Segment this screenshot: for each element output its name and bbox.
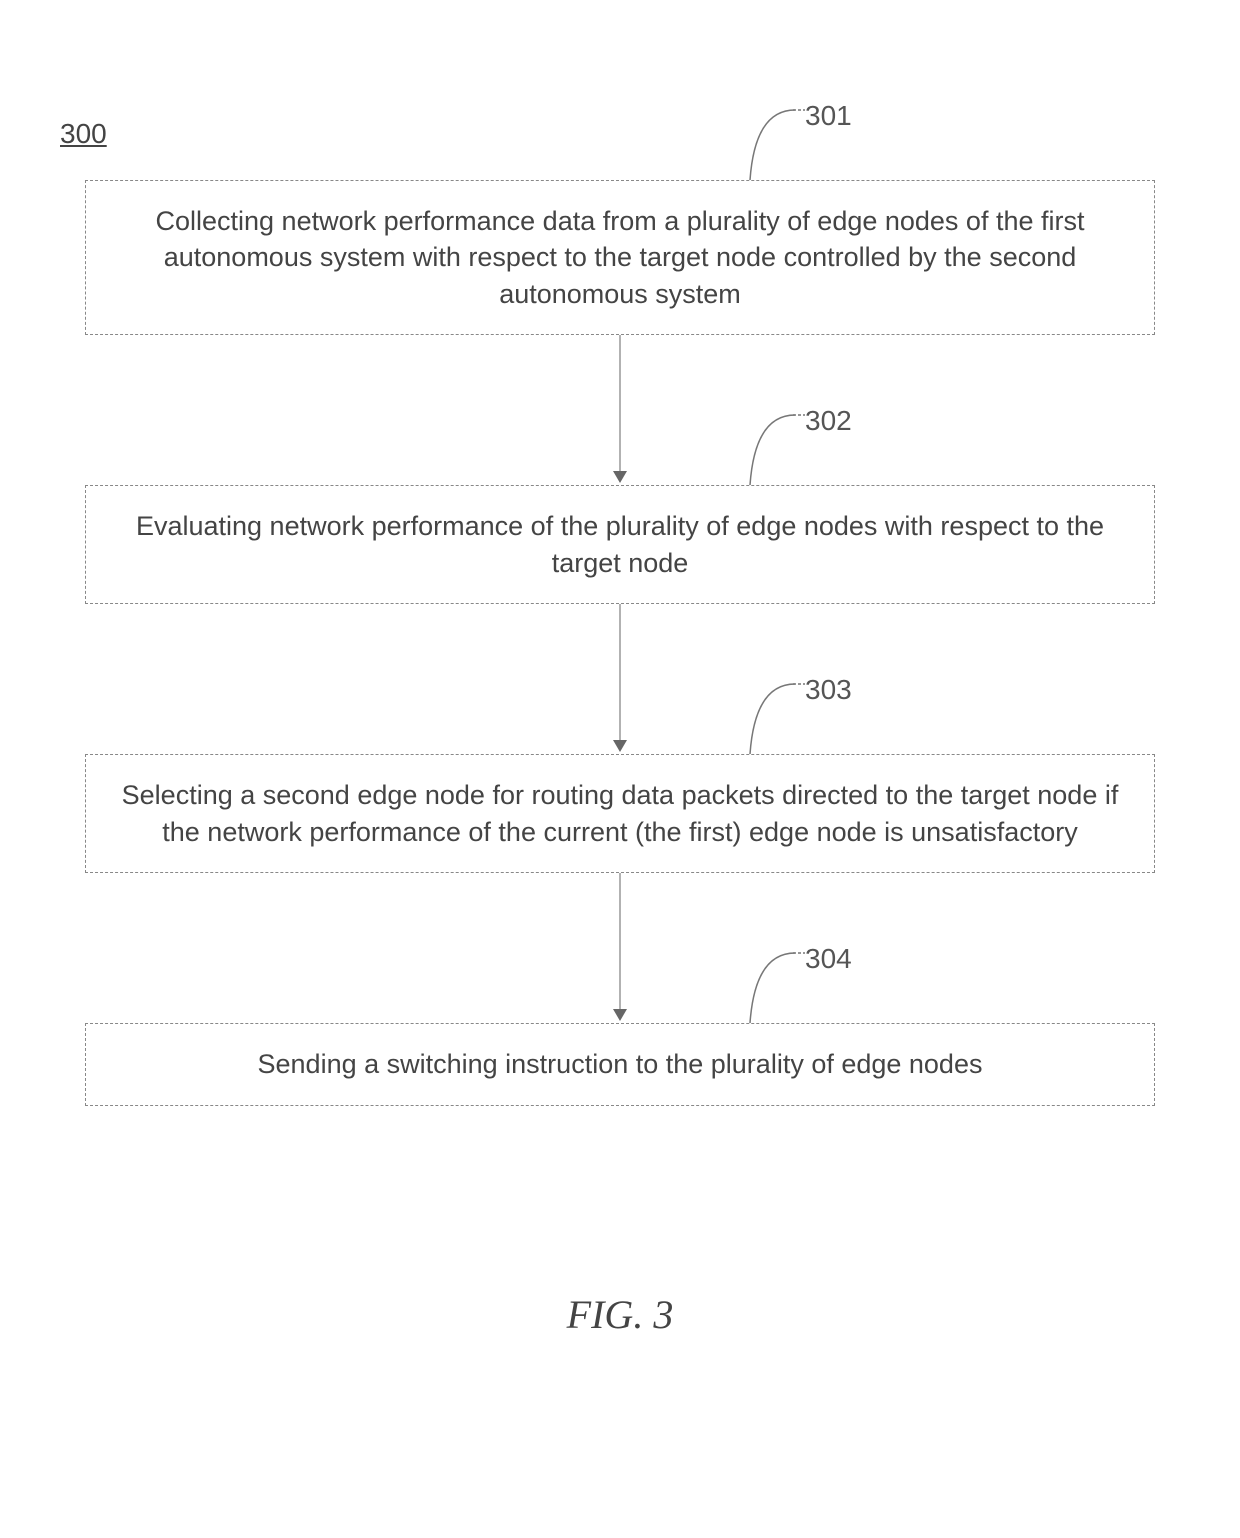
flow-box: Sending a switching instruction to the p… (85, 1023, 1155, 1105)
arrow-head-icon (613, 1009, 627, 1021)
flow-step: 303 Selecting a second edge node for rou… (85, 754, 1155, 873)
callout-304: 304 (685, 945, 885, 1023)
arrow-line (620, 873, 621, 1011)
flow-step: 302 Evaluating network performance of th… (85, 485, 1155, 604)
callout-leader-line (725, 945, 805, 1023)
figure-caption: FIG. 3 (567, 1291, 674, 1338)
flow-arrow (85, 335, 1155, 485)
arrow-head-icon (613, 471, 627, 483)
arrow-line (620, 604, 621, 742)
diagram-number-label: 300 (60, 118, 107, 150)
flow-step: 304 Sending a switching instruction to t… (85, 1023, 1155, 1105)
flow-arrow (85, 873, 1155, 1023)
callout-302: 302 (685, 407, 885, 485)
flowchart: 301 Collecting network performance data … (85, 180, 1155, 1106)
flow-box: Collecting network performance data from… (85, 180, 1155, 335)
step-number: 304 (805, 943, 852, 975)
step-number: 302 (805, 405, 852, 437)
callout-301: 301 (685, 102, 885, 180)
callout-leader-line (725, 102, 805, 180)
flow-step: 301 Collecting network performance data … (85, 180, 1155, 335)
step-number: 301 (805, 100, 852, 132)
callout-303: 303 (685, 676, 885, 754)
callout-leader-line (725, 676, 805, 754)
flow-box: Evaluating network performance of the pl… (85, 485, 1155, 604)
step-number: 303 (805, 674, 852, 706)
flow-box: Selecting a second edge node for routing… (85, 754, 1155, 873)
arrow-head-icon (613, 740, 627, 752)
arrow-line (620, 335, 621, 473)
callout-leader-line (725, 407, 805, 485)
flow-arrow (85, 604, 1155, 754)
